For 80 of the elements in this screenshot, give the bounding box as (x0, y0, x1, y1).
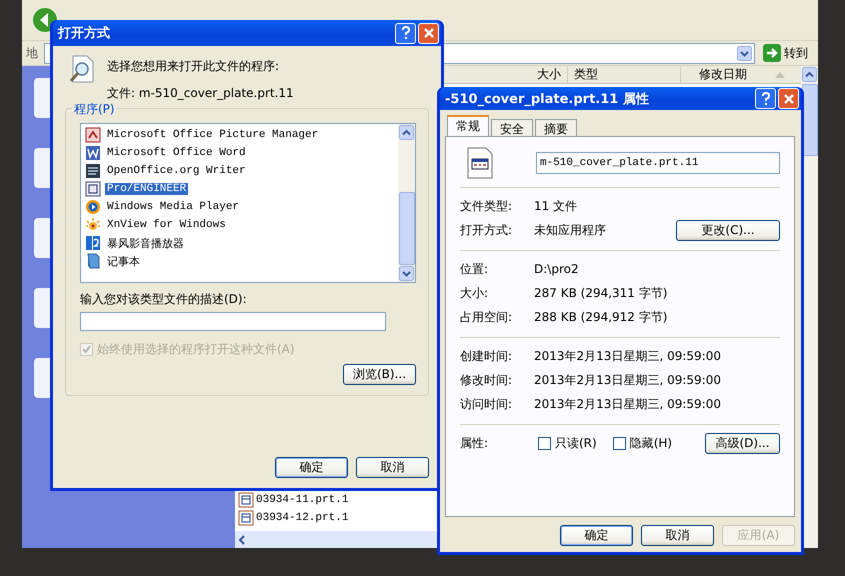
file-icon (238, 492, 254, 508)
program-item[interactable]: Pro/ENGINEER (105, 183, 188, 195)
program-item[interactable]: Microsoft Office Picture Manager (105, 129, 320, 141)
scroll-up-icon (399, 125, 414, 140)
program-icon (85, 199, 101, 215)
field-value: 288 KB (294,912 字节) (534, 308, 668, 326)
program-item[interactable]: Windows Media Player (105, 201, 242, 213)
tab[interactable]: 常规 (447, 115, 489, 136)
program-icon (85, 253, 101, 269)
program-item[interactable]: OpenOffice.org Writer (105, 165, 248, 177)
program-item[interactable]: Microsoft Office Word (105, 147, 248, 159)
field-label: 修改时间: (460, 372, 514, 388)
program-icon (85, 235, 101, 251)
field-label: 属性: (460, 434, 490, 452)
prompt-text: 选择您想用来打开此文件的程序: (107, 58, 280, 75)
checkbox[interactable] (612, 436, 626, 450)
column-header[interactable]: 大小 (525, 66, 568, 83)
help-button[interactable] (395, 22, 416, 44)
help-button[interactable] (755, 88, 776, 109)
program-icon (85, 217, 101, 233)
field-label: 大小: (460, 284, 490, 302)
ok-button[interactable]: 确定 (275, 457, 348, 478)
checkbox-label: 始终使用选择的程序打开这种文件(A) (97, 341, 295, 358)
program-icon (85, 163, 101, 179)
group-label: 程序(P) (72, 101, 117, 118)
file-name-field[interactable]: m-510_cover_plate.prt.11 (536, 152, 780, 174)
advanced-button[interactable]: 高级(D)... (705, 432, 780, 454)
field-value: 未知应用程序 (534, 222, 607, 238)
program-item[interactable]: 记事本 (105, 254, 142, 268)
field-value: 2013年2月13日星期三, 09:59:00 (534, 348, 722, 364)
close-button[interactable] (778, 88, 799, 109)
checkbox-label: 只读(R) (555, 434, 597, 452)
field-value: 11 文件 (534, 198, 578, 214)
sort-arrow-icon (775, 72, 785, 78)
column-header[interactable]: 修改日期 (693, 66, 775, 83)
program-icon (85, 127, 101, 143)
program-icon (85, 145, 101, 161)
go-button[interactable]: 转到 (759, 44, 812, 62)
field-label: 创建时间: (460, 348, 514, 364)
ok-button[interactable]: 确定 (560, 525, 633, 546)
scroll-down-icon (399, 266, 414, 281)
window-title: -510_cover_plate.prt.11 属性 (445, 90, 650, 108)
change-button[interactable]: 更改(C)... (676, 220, 780, 240)
dropdown-icon (737, 46, 752, 60)
scroll-up-icon (802, 67, 817, 82)
field-label: 占用空间: (460, 308, 514, 326)
program-icon (85, 181, 101, 197)
program-item[interactable]: 暴风影音播放器 (105, 236, 186, 250)
description-field[interactable] (80, 312, 386, 331)
tab[interactable]: 摘要 (535, 119, 577, 136)
list-scrollbar[interactable] (398, 124, 415, 282)
browse-button[interactable]: 浏览(B)... (343, 364, 416, 385)
description-label: 输入您对该类型文件的描述(D): (80, 291, 248, 308)
tab[interactable]: 安全 (491, 119, 533, 136)
field-label: 打开方式: (460, 222, 514, 238)
cancel-button[interactable]: 取消 (641, 525, 714, 546)
window-title: 打开方式 (58, 24, 111, 42)
program-item[interactable]: XnView for Windows (105, 219, 228, 231)
cancel-button[interactable]: 取消 (356, 457, 429, 478)
scroll-thumb[interactable] (398, 192, 414, 265)
file-icon (238, 510, 254, 526)
field-value: D:\pro2 (534, 262, 580, 276)
file-label: 文件: m-510_cover_plate.prt.11 (107, 85, 294, 102)
question-mark-icon (760, 92, 770, 106)
field-label: 文件类型: (460, 198, 514, 214)
column-header[interactable]: 类型 (568, 66, 681, 83)
close-icon (422, 27, 434, 39)
close-button[interactable] (418, 22, 439, 44)
field-value: 287 KB (294,311 字节) (534, 284, 668, 302)
field-label: 访问时间: (460, 396, 514, 412)
question-mark-icon (400, 26, 410, 40)
checkbox[interactable] (538, 436, 551, 450)
field-value: 2013年2月13日星期三, 09:59:00 (534, 372, 722, 388)
field-value: 2013年2月13日星期三, 09:59:00 (534, 396, 722, 412)
checkbox-label: 隐藏(H) (630, 434, 672, 452)
address-label: 地 (26, 44, 39, 62)
close-icon (782, 92, 794, 104)
file-name[interactable]: 03934-12.prt.1 (256, 512, 348, 524)
field-label: 位置: (460, 260, 490, 278)
file-name[interactable]: 03934-11.prt.1 (256, 494, 348, 506)
